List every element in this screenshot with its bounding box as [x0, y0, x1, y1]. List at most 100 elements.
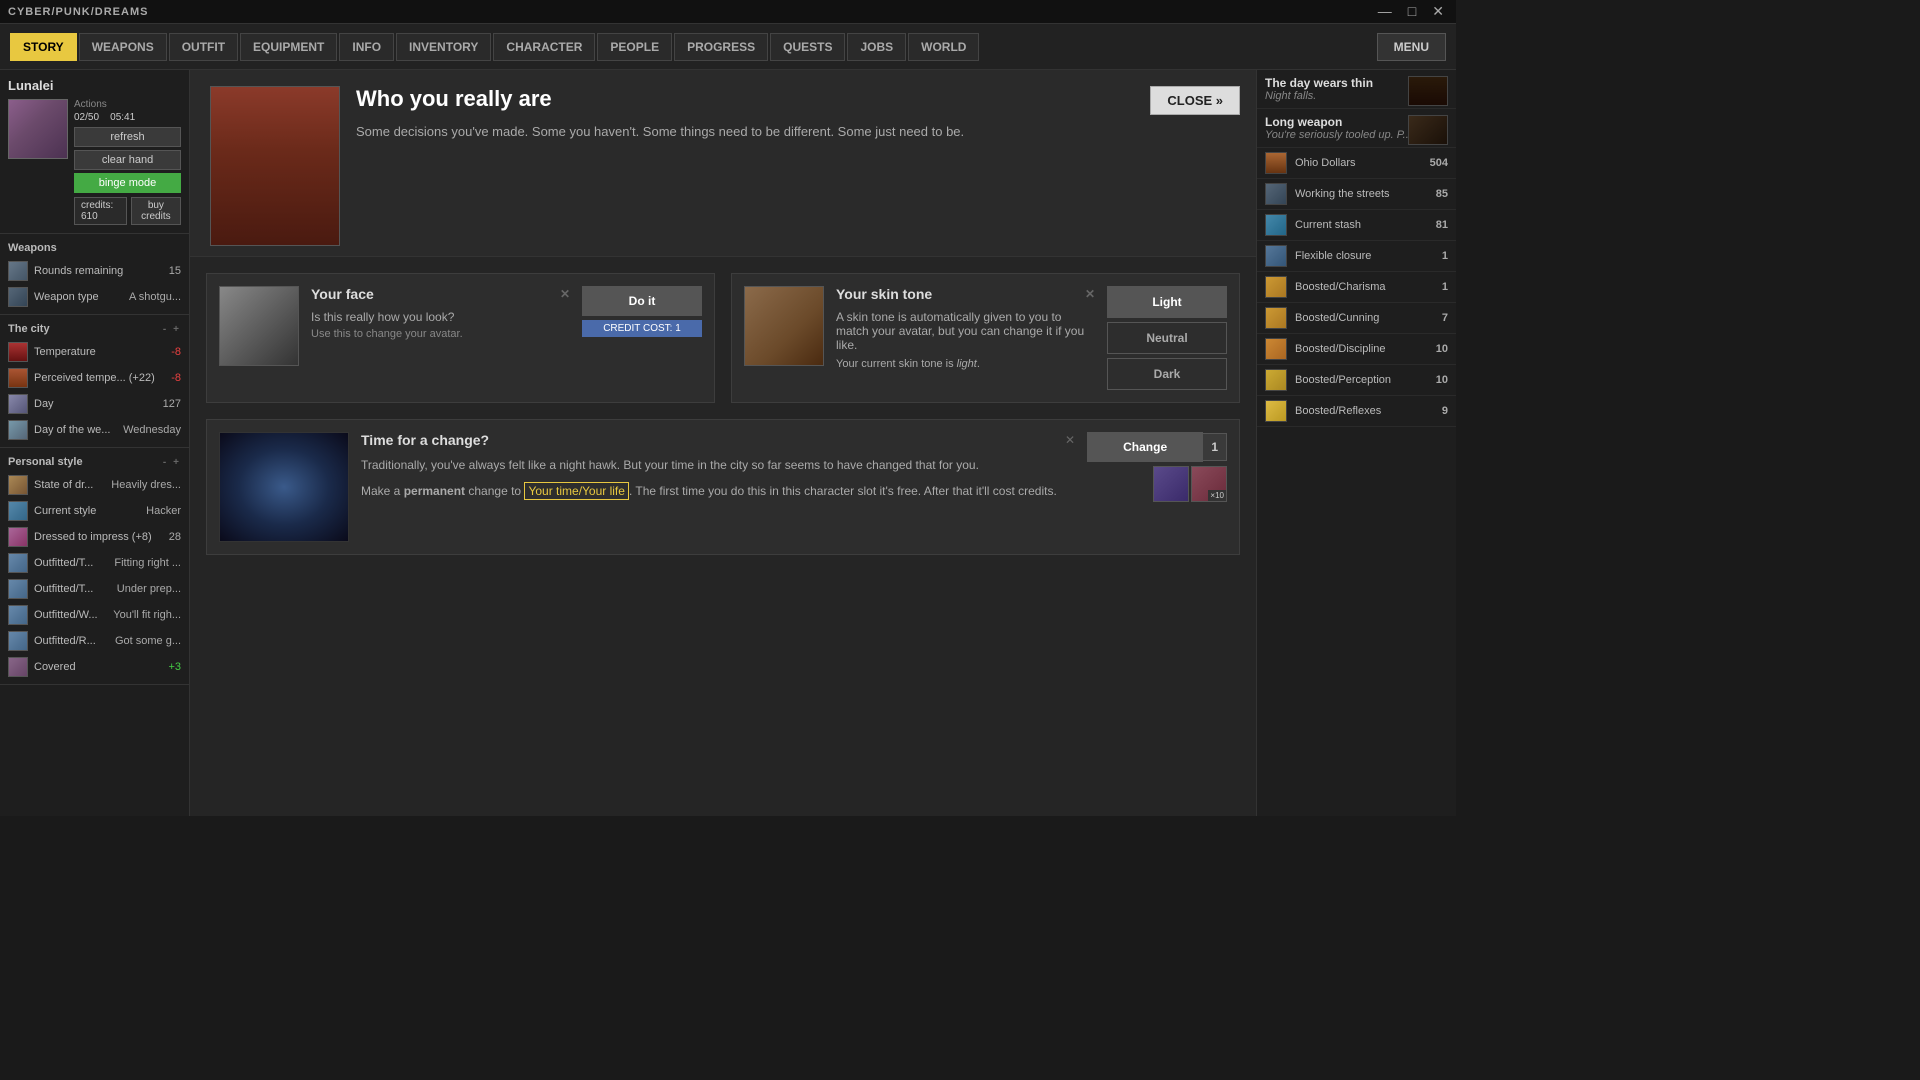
buy-credits-button[interactable]: buy credits: [131, 197, 181, 225]
weapons-section-header: Weapons: [0, 238, 189, 258]
face-card-close[interactable]: ✕: [560, 287, 570, 301]
right-item-flexible-closure[interactable]: Flexible closure 1: [1257, 241, 1456, 272]
outfitted-r-value: Got some g...: [115, 635, 181, 647]
tab-quests[interactable]: QUESTS: [770, 33, 845, 61]
main-layout: Lunalei Actions 02/50 05:41 refresh clea…: [0, 70, 1456, 816]
close-button[interactable]: CLOSE »: [1150, 86, 1240, 115]
right-sidebar: The day wears thin Night falls. Long wea…: [1256, 70, 1456, 816]
face-card-content: Your face ✕ Is this really how you look?…: [311, 286, 570, 366]
rounds-label: Rounds remaining: [34, 265, 163, 277]
skin-card-close[interactable]: ✕: [1085, 287, 1095, 301]
sidebar-item-rounds[interactable]: Rounds remaining 15: [0, 258, 189, 284]
tab-equipment[interactable]: EQUIPMENT: [240, 33, 337, 61]
highlight-link[interactable]: Your time/Your life: [524, 482, 629, 500]
minimize-button[interactable]: —: [1374, 3, 1396, 20]
story-item-day-wears[interactable]: The day wears thin Night falls.: [1257, 70, 1456, 109]
boosted-discipline-label: Boosted/Discipline: [1295, 343, 1428, 355]
light-skin-button[interactable]: Light: [1107, 286, 1227, 318]
temperature-value: -8: [171, 346, 181, 358]
window-close-button[interactable]: ✕: [1428, 3, 1448, 20]
page-subtitle: Some decisions you've made. Some you hav…: [356, 122, 1236, 142]
tab-character[interactable]: CHARACTER: [493, 33, 595, 61]
app-logo: CYBER/PUNK/DREAMS: [8, 6, 148, 18]
right-item-boosted-charisma[interactable]: Boosted/Charisma 1: [1257, 272, 1456, 303]
right-item-current-stash[interactable]: Current stash 81: [1257, 210, 1456, 241]
right-item-ohio-dollars[interactable]: Ohio Dollars 504: [1257, 148, 1456, 179]
outfitted-t2-label: Outfitted/T...: [34, 583, 111, 595]
actions-count: 02/50 05:41: [74, 112, 181, 123]
right-item-boosted-perception[interactable]: Boosted/Perception 10: [1257, 365, 1456, 396]
dressed-value: 28: [169, 531, 181, 543]
sidebar-item-covered[interactable]: Covered +3: [0, 654, 189, 680]
binge-mode-button[interactable]: binge mode: [74, 173, 181, 193]
sidebar-item-outfitted-t2[interactable]: Outfitted/T... Under prep...: [0, 576, 189, 602]
skin-tone-note: Your current skin tone is light.: [836, 358, 1095, 370]
story-item-long-weapon[interactable]: Long weapon You're seriously tooled up. …: [1257, 109, 1456, 148]
content-header: Who you really are Some decisions you've…: [190, 70, 1256, 257]
city-section-collapse[interactable]: -: [161, 324, 168, 335]
character-actions: Actions 02/50 05:41 refresh clear hand b…: [74, 99, 181, 225]
change-card-actions: Change 1 ×10: [1087, 432, 1227, 542]
tab-inventory[interactable]: INVENTORY: [396, 33, 491, 61]
style-expand[interactable]: +: [171, 457, 181, 468]
day-of-week-value: Wednesday: [123, 424, 181, 436]
menu-button[interactable]: MENU: [1377, 33, 1446, 61]
sidebar-item-current-style[interactable]: Current style Hacker: [0, 498, 189, 524]
sidebar-item-outfitted-w[interactable]: Outfitted/W... You'll fit righ...: [0, 602, 189, 628]
day-of-week-label: Day of the we...: [34, 424, 117, 436]
change-card-close[interactable]: ✕: [1065, 433, 1075, 447]
skin-card-content: Your skin tone ✕ A skin tone is automati…: [836, 286, 1095, 390]
change-thumb-2: ×10: [1191, 466, 1227, 502]
right-item-boosted-discipline[interactable]: Boosted/Discipline 10: [1257, 334, 1456, 365]
tab-outfit[interactable]: OUTFIT: [169, 33, 238, 61]
sidebar-item-temperature[interactable]: Temperature -8: [0, 339, 189, 365]
temperature-icon: [8, 342, 28, 362]
header-text: Who you really are Some decisions you've…: [356, 86, 1236, 142]
character-name: Lunalei: [8, 78, 181, 93]
style-collapse[interactable]: -: [161, 457, 168, 468]
avatar: [8, 99, 68, 159]
sidebar-item-day[interactable]: Day 127: [0, 391, 189, 417]
face-card-actions: Do it CREDIT COST: 1: [582, 286, 702, 366]
tab-world[interactable]: WORLD: [908, 33, 979, 61]
perceived-temp-value: -8: [171, 372, 181, 384]
tab-weapons[interactable]: WEAPONS: [79, 33, 167, 61]
state-dress-label: State of dr...: [34, 479, 105, 491]
city-section-expand[interactable]: +: [171, 324, 181, 335]
boosted-discipline-value: 10: [1436, 343, 1448, 355]
personal-style-section: Personal style - + State of dr... Heavil…: [0, 448, 189, 685]
tab-jobs[interactable]: JOBS: [847, 33, 906, 61]
sidebar-item-day-of-week[interactable]: Day of the we... Wednesday: [0, 417, 189, 443]
clear-hand-button[interactable]: clear hand: [74, 150, 181, 170]
sidebar-item-perceived-temp[interactable]: Perceived tempe... (+22) -8: [0, 365, 189, 391]
top-cards-row: Your face ✕ Is this really how you look?…: [206, 273, 1240, 403]
neutral-skin-button[interactable]: Neutral: [1107, 322, 1227, 354]
do-it-button[interactable]: Do it: [582, 286, 702, 316]
dressed-icon: [8, 527, 28, 547]
change-button[interactable]: Change: [1087, 432, 1203, 462]
skin-card-description: A skin tone is automatically given to yo…: [836, 310, 1095, 352]
skin-portrait-image: [745, 287, 823, 365]
tab-story[interactable]: STORY: [10, 33, 77, 61]
sidebar-item-dressed[interactable]: Dressed to impress (+8) 28: [0, 524, 189, 550]
sidebar-item-state-dress[interactable]: State of dr... Heavily dres...: [0, 472, 189, 498]
tab-progress[interactable]: PROGRESS: [674, 33, 768, 61]
sidebar-item-outfitted-r[interactable]: Outfitted/R... Got some g...: [0, 628, 189, 654]
sidebar-item-outfitted-t1[interactable]: Outfitted/T... Fitting right ...: [0, 550, 189, 576]
tab-info[interactable]: INFO: [339, 33, 394, 61]
right-item-boosted-cunning[interactable]: Boosted/Cunning 7: [1257, 303, 1456, 334]
right-item-working-streets[interactable]: Working the streets 85: [1257, 179, 1456, 210]
thumb-image-1: [1154, 467, 1188, 501]
temperature-label: Temperature: [34, 346, 165, 358]
current-style-value: Hacker: [146, 505, 181, 517]
right-item-boosted-reflexes[interactable]: Boosted/Reflexes 9: [1257, 396, 1456, 427]
tab-people[interactable]: PEOPLE: [597, 33, 672, 61]
refresh-button[interactable]: refresh: [74, 127, 181, 147]
dark-skin-button[interactable]: Dark: [1107, 358, 1227, 390]
credits-display: credits: 610: [74, 197, 127, 225]
rounds-value: 15: [169, 265, 181, 277]
sidebar-item-weapon-type[interactable]: Weapon type A shotgu...: [0, 284, 189, 310]
flexible-closure-label: Flexible closure: [1295, 250, 1434, 262]
maximize-button[interactable]: □: [1404, 3, 1420, 20]
outfitted-t2-value: Under prep...: [117, 583, 181, 595]
